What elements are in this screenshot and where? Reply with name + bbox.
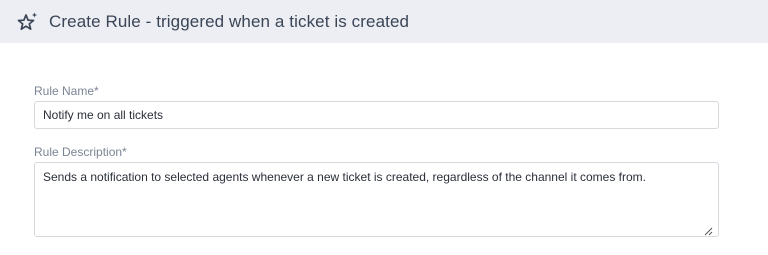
rule-description-textarea[interactable]: Sends a notification to selected agents … bbox=[34, 162, 719, 237]
resize-handle-icon[interactable] bbox=[703, 223, 713, 236]
rule-description-label: Rule Description* bbox=[34, 145, 127, 159]
rule-name-label: Rule Name* bbox=[34, 84, 99, 98]
page-title: Create Rule - triggered when a ticket is… bbox=[49, 11, 410, 31]
rule-name-input[interactable] bbox=[34, 101, 719, 129]
sparkle-star-icon bbox=[17, 11, 39, 33]
page-header: Create Rule - triggered when a ticket is… bbox=[0, 0, 768, 43]
